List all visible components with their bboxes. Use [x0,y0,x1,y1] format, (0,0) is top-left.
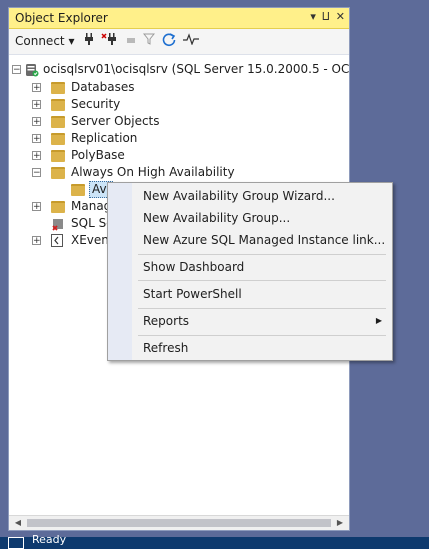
menu-separator [138,335,386,336]
xevent-icon [51,234,63,252]
status-text: Ready [32,533,67,546]
status-bar: Ready [0,533,429,549]
folder-icon [51,150,65,162]
menu-separator [138,280,386,281]
scroll-left-icon[interactable]: ◀ [12,517,24,529]
collapse-icon[interactable]: − [32,168,41,178]
refresh-icon[interactable] [161,32,177,50]
activity-monitor-icon[interactable] [183,32,199,50]
panel-title: Object Explorer [15,11,108,25]
tree-item-label: Databases [71,80,135,94]
server-icon [25,63,39,82]
tree-item-label: Server Objects [71,114,160,128]
chevron-down-icon: ▾ [68,34,75,48]
horizontal-scrollbar[interactable]: ◀ ▶ [9,515,349,530]
explorer-toolbar: Connect ▾ [9,29,349,55]
tree-item-label: Replication [71,131,138,145]
pin-icon[interactable]: ⨿ [322,10,330,24]
connect-label: Connect [15,34,65,48]
panel-titlebar: Object Explorer ▾ ⨿ ✕ [9,8,349,29]
tree-item-label: Security [71,97,121,111]
stop-icon[interactable] [123,32,139,50]
folder-icon [51,99,65,111]
folder-icon [51,82,65,94]
menu-item-show-dashboard[interactable]: Show Dashboard [132,256,392,278]
menu-item-new-ag-wizard[interactable]: New Availability Group Wizard... [132,185,392,207]
menu-item-reports[interactable]: Reports ▶ [132,310,392,332]
menu-separator [138,308,386,309]
menu-item-start-powershell[interactable]: Start PowerShell [132,283,392,305]
filter-icon[interactable] [141,32,157,50]
folder-icon [51,116,65,128]
folder-icon [71,184,85,196]
folder-icon [51,167,65,179]
connect-button[interactable]: Connect ▾ [15,34,74,48]
submenu-arrow-icon: ▶ [375,316,382,325]
folder-icon [51,133,65,145]
scroll-right-icon[interactable]: ▶ [334,517,346,529]
close-icon[interactable]: ✕ [336,10,345,24]
menu-separator [138,254,386,255]
collapse-icon[interactable]: − [12,65,21,75]
menu-item-refresh[interactable]: Refresh [132,337,392,359]
expand-icon[interactable]: + [32,100,41,110]
menu-gutter [108,183,132,360]
connect-plug-icon[interactable] [81,32,97,50]
expand-icon[interactable]: + [32,151,41,161]
menu-item-new-ag[interactable]: New Availability Group... [132,207,392,229]
tree-item-label: Always On High Availability [71,165,235,179]
tree-item-label: Manag [71,199,112,213]
folder-icon [51,201,65,213]
expand-icon[interactable]: + [32,202,41,212]
expand-icon[interactable]: + [32,134,41,144]
scrollbar-thumb[interactable] [27,519,331,527]
menu-item-new-azure-link[interactable]: New Azure SQL Managed Instance link... [132,229,392,251]
expand-icon[interactable]: + [32,236,41,246]
disconnect-icon[interactable] [101,32,117,50]
dropdown-icon[interactable]: ▾ [310,10,316,24]
server-label: ocisqlsrv01\ocisqlsrv (SQL Server 15.0.2… [43,62,349,76]
expand-icon[interactable]: + [32,117,41,127]
tree-item-label: PolyBase [71,148,125,162]
menu-item-label: Reports [143,314,190,328]
context-menu: New Availability Group Wizard... New Ava… [107,182,393,361]
status-icon [8,537,24,549]
expand-icon[interactable]: + [32,83,41,93]
